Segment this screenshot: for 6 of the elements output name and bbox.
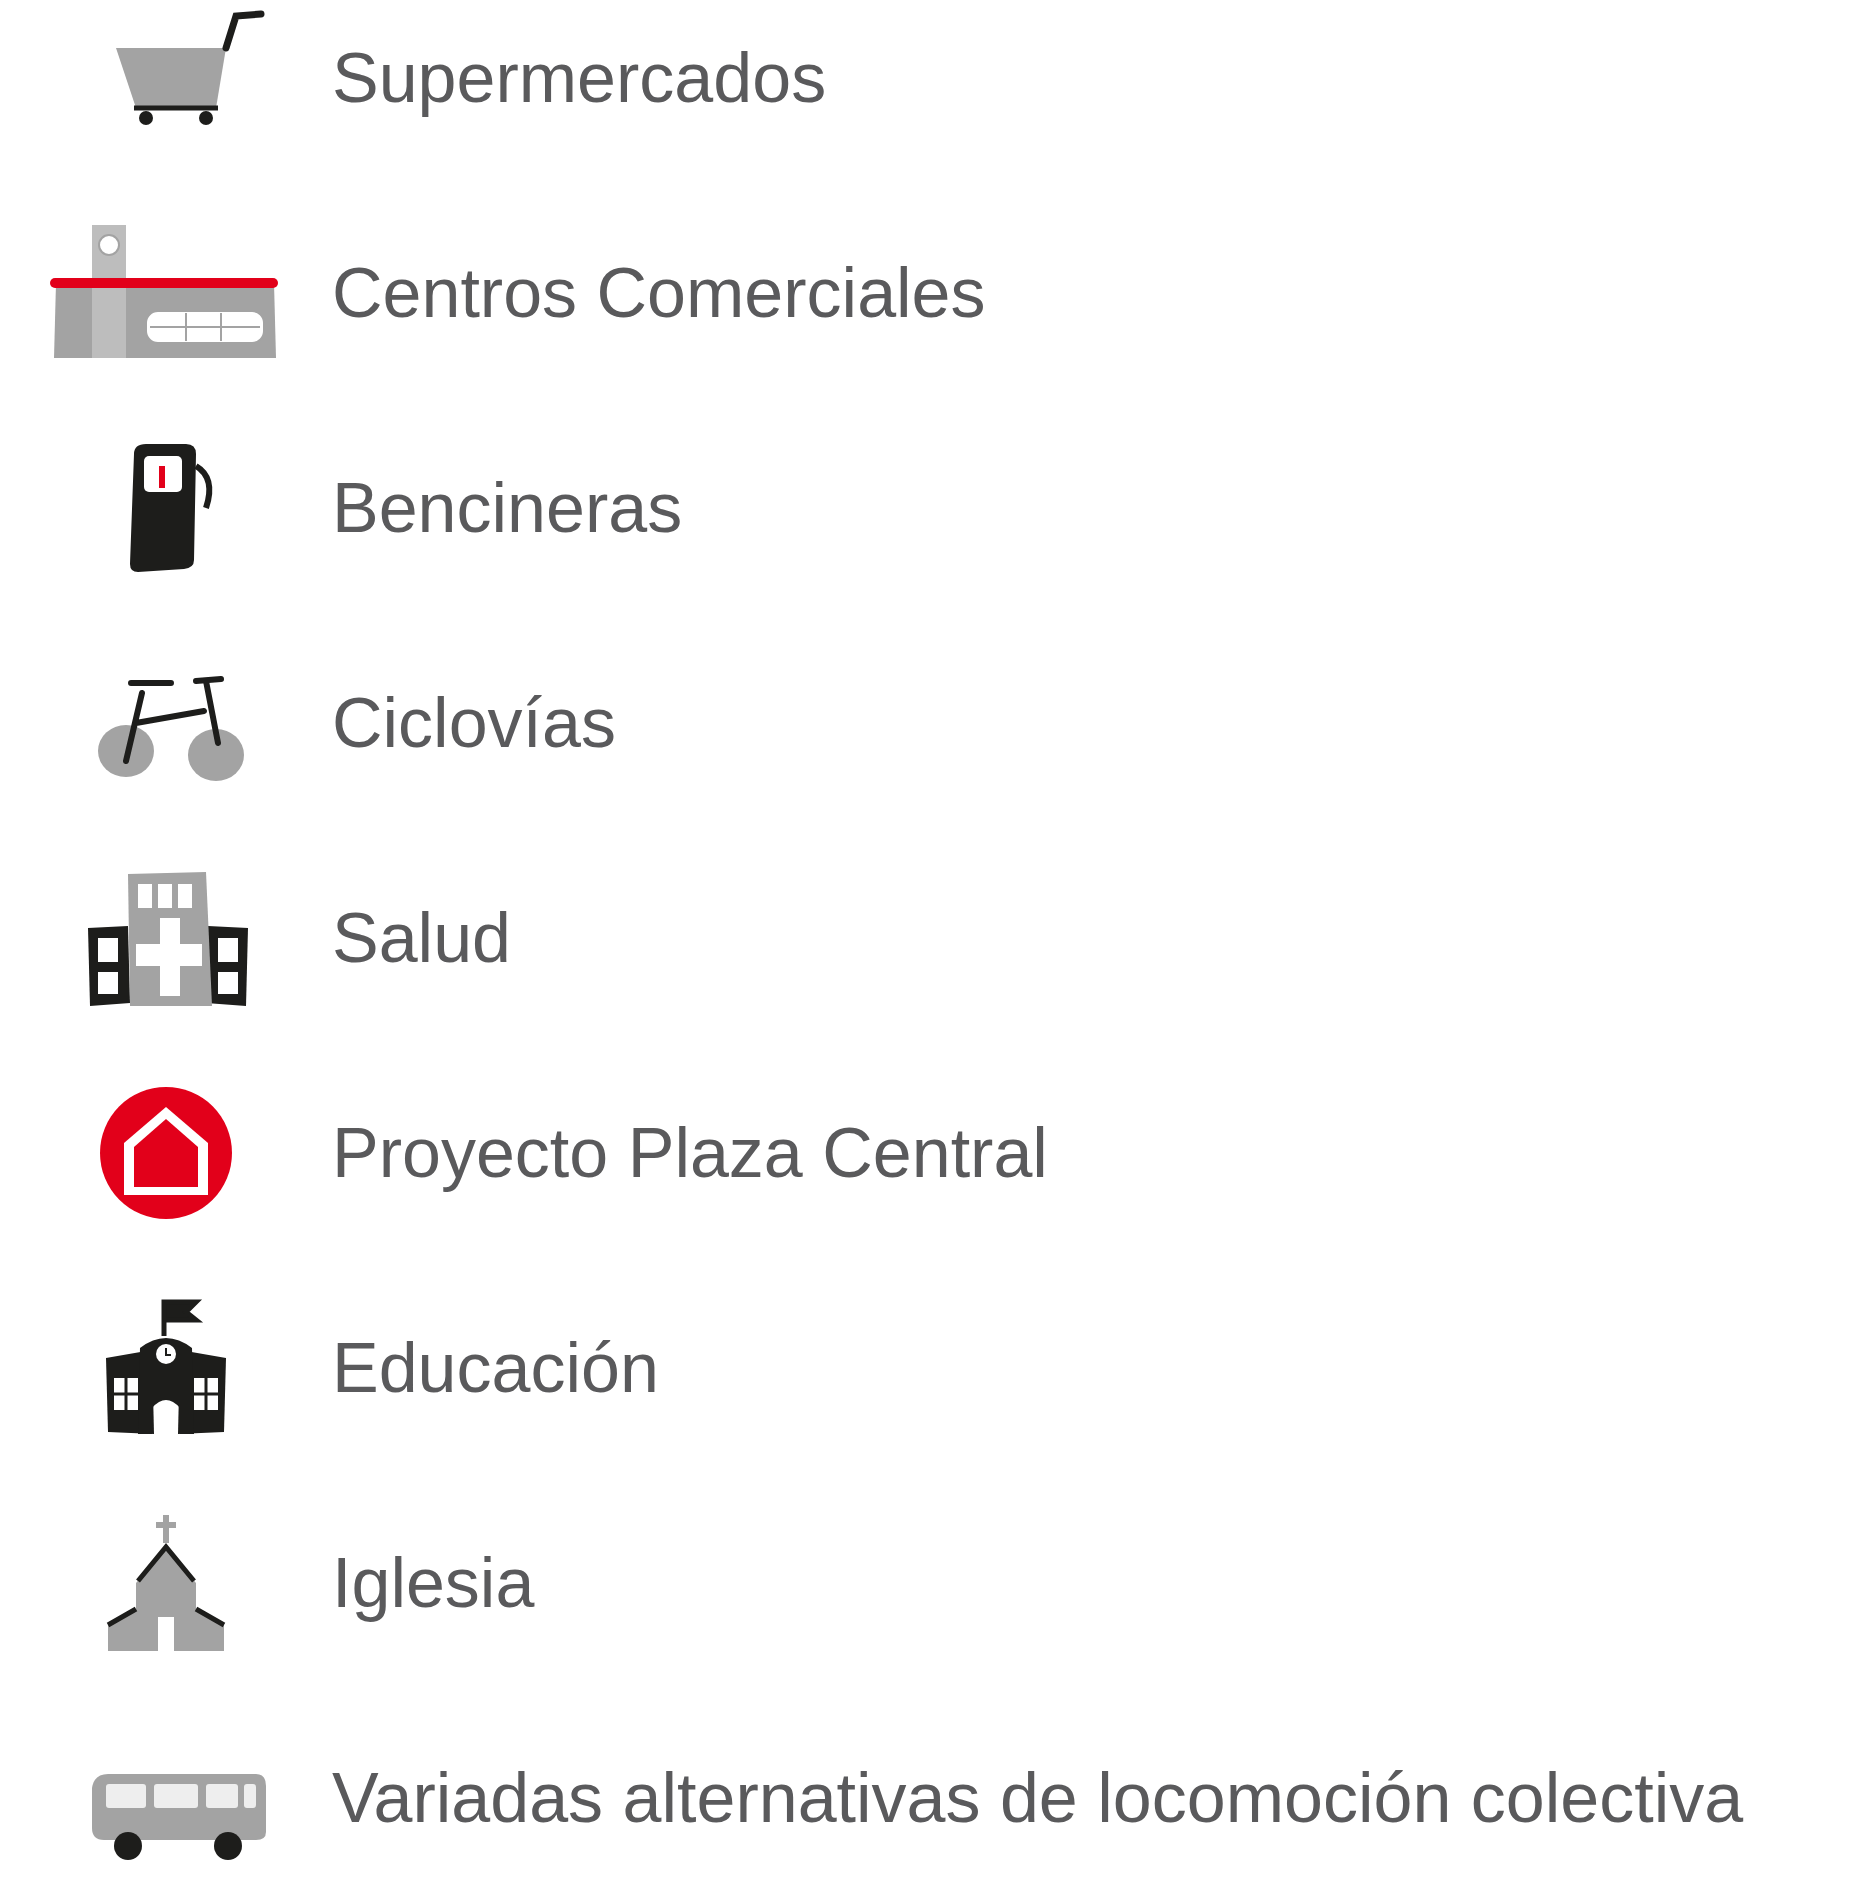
legend-label: Ciclovías xyxy=(332,688,616,758)
legend-label: Bencineras xyxy=(332,473,683,543)
legend-label: Educación xyxy=(332,1333,659,1403)
legend-label: Salud xyxy=(332,903,512,973)
legend-label: Centros Comerciales xyxy=(332,258,986,328)
legend-label: Variadas alternativas de locomoción colectiva xyxy=(332,1763,1744,1833)
